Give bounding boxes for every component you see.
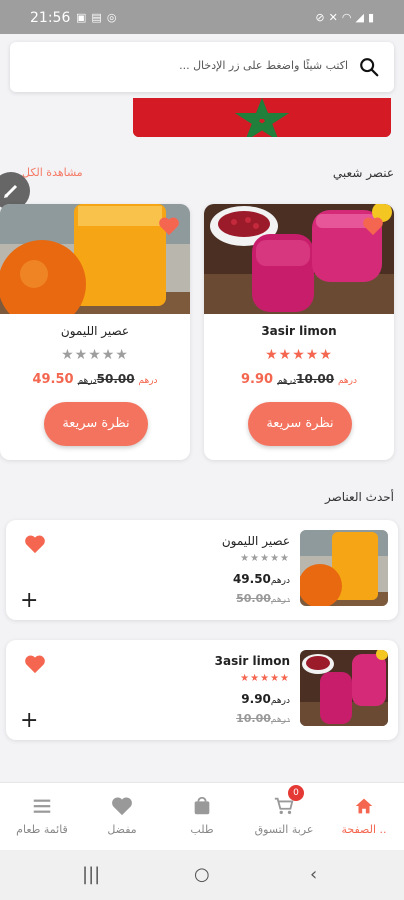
quick-view-button[interactable]: نظرة سريعة [248, 402, 352, 446]
status-bar: 21:56 ▣▤◎ ⊘✕◠◢▮ [0, 0, 404, 34]
back-icon[interactable]: ‹ [310, 864, 317, 885]
nav-favorites[interactable]: مفضل [82, 783, 162, 851]
star-icon: ★ [240, 673, 251, 684]
nav-home[interactable]: الصفحة .. [324, 783, 404, 851]
system-navigation-bar: ||| ○ ‹ [0, 850, 404, 900]
star-icon: ★ [270, 673, 281, 684]
latest-section-title: أحدث العناصر [324, 490, 394, 504]
favorite-heart-icon[interactable] [362, 216, 384, 236]
home-icon [355, 798, 373, 814]
rating-stars: ★★★★★ [240, 553, 290, 564]
star-icon: ★ [265, 347, 279, 363]
add-to-cart-plus-icon[interactable]: + [20, 710, 38, 732]
signal-icon: ◢ [355, 11, 368, 24]
star-icon: ★ [319, 347, 333, 363]
search-input[interactable]: اكتب شيئًا واضغط على زر الإدخال ... [179, 59, 348, 72]
home-circle-icon[interactable]: ○ [194, 864, 210, 885]
see-all-link[interactable]: مشاهدة الكل [22, 166, 83, 179]
bottom-navigation: الصفحة .. 0 عربة التسوق طلب مفضل قائمة ط… [0, 782, 404, 850]
star-icon: ★ [260, 673, 271, 684]
nav-label: عربة التسوق [254, 823, 314, 836]
star-icon: ★ [101, 347, 116, 363]
nav-label: طلب [190, 823, 214, 836]
system-status-icons: ⊘✕◠◢▮ [315, 11, 378, 24]
nav-label: الصفحة .. [341, 823, 387, 836]
star-icon: ★ [61, 347, 75, 363]
star-icon: ★ [115, 347, 129, 363]
notification-icons: ▣▤◎ [76, 11, 121, 24]
morocco-flag-banner[interactable] [133, 98, 391, 137]
price-new: 9.90درهم [241, 692, 290, 706]
star-icon: ★ [88, 347, 102, 363]
nav-label: قائمة طعام [16, 823, 68, 836]
pomegranate-juice-thumbnail[interactable] [300, 650, 388, 726]
item-name: 3asir limon [214, 654, 290, 668]
star-icon: ★ [305, 347, 320, 363]
shazam-icon: ◎ [106, 11, 122, 24]
orange-juice-thumbnail[interactable] [300, 530, 388, 606]
battery-icon: ▮ [367, 11, 378, 24]
price-row: 9.90 درهم 10.00درهم [204, 372, 394, 387]
star-icon: ★ [74, 347, 89, 363]
wifi-icon: ◠ [341, 11, 356, 24]
popular-product-card-2[interactable]: عصير الليمون ★★★★★ 49.50 درهم 50.00درهم ن… [0, 204, 190, 460]
item-name: عصير الليمون [221, 534, 290, 548]
star-icon: ★ [280, 673, 290, 684]
add-to-cart-plus-icon[interactable]: + [20, 590, 38, 612]
recent-apps-icon[interactable]: ||| [82, 864, 100, 885]
nav-menu[interactable]: قائمة طعام [2, 783, 82, 851]
gallery-icon: ▣ [76, 11, 92, 24]
menu-icon [33, 799, 51, 813]
nav-cart[interactable]: 0 عربة التسوق [244, 783, 324, 851]
screenshot-icon: ▤ [91, 11, 107, 24]
latest-item-2[interactable]: 3asir limon ★★★★★ 9.90درهم 10.00درهم + [6, 640, 398, 740]
star-icon: ★ [250, 553, 261, 564]
popular-section-title: عنصر شعبي [332, 166, 394, 180]
quick-view-button[interactable]: نظرة سريعة [44, 402, 148, 446]
price-new: 49.50درهم [232, 572, 290, 586]
product-name: عصير الليمون [60, 324, 130, 338]
popular-product-card-1[interactable]: 3asir limon ★★★★★ 9.90 درهم 10.00درهم نظر… [204, 204, 394, 460]
price-row: 49.50 درهم 50.00درهم [0, 372, 190, 387]
rating-stars: ★★★★★ [0, 347, 190, 363]
heart-icon [112, 797, 132, 816]
favorite-heart-icon[interactable] [24, 534, 46, 554]
mute-icon: ⊘ [315, 11, 329, 24]
search-icon[interactable] [358, 56, 380, 78]
status-time: 21:56 [30, 10, 71, 26]
star-icon: ★ [292, 347, 306, 363]
favorite-heart-icon[interactable] [158, 216, 180, 236]
bag-icon [194, 796, 210, 815]
star-icon: ★ [270, 553, 281, 564]
star-icon: ★ [250, 673, 261, 684]
star-icon: ★ [260, 553, 271, 564]
no-sound-icon: ✕ [328, 11, 342, 24]
price-old: 50.00درهم [236, 592, 290, 605]
price-old: 10.00درهم [277, 372, 335, 386]
cart-badge: 0 [288, 785, 304, 801]
nav-label: مفضل [107, 823, 137, 836]
search-bar[interactable]: اكتب شيئًا واضغط على زر الإدخال ... [10, 42, 394, 92]
star-icon: ★ [280, 553, 290, 564]
latest-item-1[interactable]: عصير الليمون ★★★★★ 49.50درهم 50.00درهم + [6, 520, 398, 620]
rating-stars: ★★★★★ [204, 347, 394, 363]
morocco-flag-image [133, 98, 391, 137]
nav-order[interactable]: طلب [162, 783, 242, 851]
product-name: 3asir limon [261, 324, 337, 338]
price-old: 10.00درهم [236, 712, 290, 725]
favorite-heart-icon[interactable] [24, 654, 46, 674]
star-icon: ★ [240, 553, 251, 564]
rating-stars: ★★★★★ [240, 673, 290, 684]
star-icon: ★ [278, 347, 293, 363]
price-old: 50.00درهم [77, 372, 135, 386]
